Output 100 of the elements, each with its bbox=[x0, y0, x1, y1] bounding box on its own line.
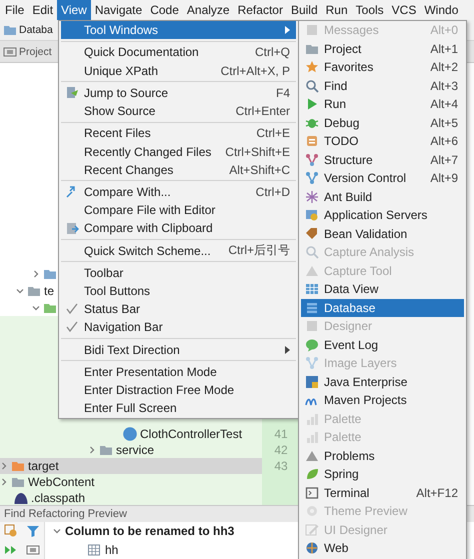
menu-item[interactable]: Data View bbox=[301, 280, 464, 298]
menu-item[interactable]: Compare File with Editor bbox=[61, 201, 296, 220]
bars-icon bbox=[305, 412, 319, 426]
menu-item[interactable]: Recent Files Ctrl+E bbox=[61, 124, 296, 142]
tree-item[interactable]: service bbox=[0, 442, 262, 458]
line-number: 41 bbox=[274, 426, 288, 442]
menu-item[interactable]: Terminal Alt+F12 bbox=[301, 484, 464, 502]
menu-bar-item[interactable]: Navigate bbox=[90, 0, 146, 20]
triangle-icon bbox=[305, 448, 319, 463]
menu-item[interactable]: Compare With... Ctrl+D bbox=[61, 182, 296, 202]
menu-item[interactable]: Status Bar bbox=[61, 300, 296, 318]
menu-bar-item[interactable]: Tools bbox=[352, 0, 388, 20]
ant-icon bbox=[305, 190, 319, 204]
menu-item[interactable]: Version Control Alt+9 bbox=[301, 169, 464, 188]
menu-item[interactable]: Unique XPath Ctrl+Alt+X, P bbox=[61, 61, 296, 80]
chevron-down-icon[interactable] bbox=[32, 304, 40, 312]
tree-item[interactable]: Column to be renamed to hh3 bbox=[65, 524, 234, 538]
menu-item[interactable]: Application Servers bbox=[301, 206, 464, 224]
breadcrumb-text[interactable]: Databa bbox=[19, 24, 53, 36]
menu-item[interactable]: Bean Validation bbox=[301, 224, 464, 243]
shortcut-text: Ctrl+Shift+E bbox=[225, 144, 290, 158]
shortcut-text: Alt+2 bbox=[430, 60, 458, 74]
menu-item[interactable]: Event Log bbox=[301, 336, 464, 354]
menu-bar-item[interactable]: Windo bbox=[420, 0, 462, 20]
menu-item[interactable]: Quick Documentation Ctrl+Q bbox=[61, 43, 296, 62]
menu-item[interactable]: Find Alt+3 bbox=[301, 76, 464, 95]
menu-item[interactable]: Navigation Bar bbox=[61, 318, 296, 337]
folder-icon bbox=[11, 459, 25, 473]
menu-item[interactable]: Enter Presentation Mode bbox=[61, 362, 296, 382]
menu-bar-item[interactable]: VCS bbox=[388, 0, 420, 20]
speech-bubble-icon bbox=[305, 338, 319, 352]
menu-item[interactable]: Run Alt+4 bbox=[301, 95, 464, 114]
menu-item[interactable]: Quick Switch Scheme... Ctrl+后引号 bbox=[61, 242, 296, 260]
menu-item[interactable]: Recently Changed Files Ctrl+Shift+E bbox=[61, 142, 296, 161]
menu-bar-item[interactable]: Refactor bbox=[234, 0, 287, 20]
shortcut-text: Ctrl+Q bbox=[254, 45, 290, 60]
chevron-right-icon[interactable] bbox=[0, 462, 8, 470]
menu-item[interactable]: Show Source Ctrl+Enter bbox=[61, 102, 296, 120]
menu-item[interactable]: Java Enterprise bbox=[301, 372, 464, 391]
shortcut-text: Ctrl+E bbox=[256, 126, 290, 140]
menu-bar-item[interactable]: Analyze bbox=[182, 0, 234, 20]
menu-item[interactable]: Debug Alt+5 bbox=[301, 114, 464, 132]
menu-bar-item[interactable]: Code bbox=[146, 0, 183, 20]
shortcut-text: Ctrl+D bbox=[256, 184, 290, 199]
tree-item[interactable]: te bbox=[44, 284, 54, 298]
list-icon bbox=[305, 300, 319, 315]
menu-item[interactable]: Toolbar bbox=[61, 264, 296, 282]
window-icon bbox=[305, 374, 319, 389]
menu-item[interactable]: Tool Buttons bbox=[61, 282, 296, 300]
shortcut-text: Alt+5 bbox=[430, 116, 458, 130]
menu-item[interactable]: Structure Alt+7 bbox=[301, 150, 464, 169]
filter-icon bbox=[26, 524, 40, 538]
menu-item[interactable]: TODO Alt+6 bbox=[301, 132, 464, 150]
menu-bar-item[interactable]: Run bbox=[322, 0, 352, 20]
menu-bar-item[interactable]: File bbox=[1, 0, 28, 20]
chevron-right-icon[interactable] bbox=[88, 446, 96, 454]
note-icon bbox=[305, 134, 319, 148]
chevron-down-icon[interactable] bbox=[53, 527, 61, 536]
structure-icon bbox=[305, 152, 319, 167]
menu-item[interactable]: Ant Build bbox=[301, 188, 464, 206]
triangle-icon bbox=[305, 264, 319, 278]
menu-item[interactable]: Compare with Clipboard bbox=[61, 219, 296, 238]
menu-item[interactable]: Maven Projects bbox=[301, 391, 464, 410]
menu-item[interactable]: Recent Changes Alt+Shift+C bbox=[61, 160, 296, 179]
menu-item[interactable]: Problems bbox=[301, 446, 464, 465]
menu-item[interactable]: Tool Windows bbox=[61, 21, 296, 40]
menu-item[interactable]: Favorites Alt+2 bbox=[301, 58, 464, 76]
menu-item[interactable]: Enter Full Screen bbox=[61, 399, 296, 418]
branch-icon bbox=[305, 171, 319, 186]
leaf-icon bbox=[305, 467, 319, 482]
shortcut-text: Alt+1 bbox=[430, 42, 458, 56]
search-icon bbox=[305, 245, 319, 260]
menu-bar-item[interactable]: Edit bbox=[28, 0, 58, 20]
menu-item[interactable]: Database bbox=[301, 298, 464, 317]
tree-item[interactable]: WebContent bbox=[0, 474, 262, 490]
tree-item[interactable]: ClothControllerTest bbox=[0, 426, 262, 442]
chevron-right-icon[interactable] bbox=[0, 478, 8, 486]
shortcut-text: Alt+6 bbox=[430, 134, 458, 148]
menu-item[interactable]: Jump to Source F4 bbox=[61, 84, 296, 102]
star-icon bbox=[305, 60, 319, 74]
shortcut-text: Alt+9 bbox=[430, 171, 458, 186]
branch-icon bbox=[305, 356, 319, 370]
tree-item[interactable]: target bbox=[0, 458, 262, 474]
tree-item[interactable]: hh bbox=[105, 542, 118, 557]
tree-item[interactable]: .classpath bbox=[0, 490, 262, 506]
chevron-down-icon[interactable] bbox=[16, 286, 24, 294]
project-tab[interactable]: Project bbox=[19, 46, 52, 58]
menu-item[interactable]: Spring bbox=[301, 465, 464, 484]
square-icon bbox=[305, 23, 319, 38]
menu-item[interactable]: Project Alt+1 bbox=[301, 40, 464, 58]
shortcut-text: Alt+0 bbox=[430, 23, 458, 38]
menu-item[interactable]: Bidi Text Direction bbox=[61, 340, 296, 359]
shortcut-text: Alt+4 bbox=[430, 97, 458, 112]
bars-icon bbox=[305, 430, 319, 444]
chevron-right-icon[interactable] bbox=[32, 270, 40, 278]
menu-bar-item[interactable]: Build bbox=[286, 0, 322, 20]
menu-item[interactable]: Enter Distraction Free Mode bbox=[61, 381, 296, 400]
menu-bar-item[interactable]: View bbox=[57, 0, 91, 20]
shortcut-text: Alt+7 bbox=[430, 152, 458, 167]
menu-item[interactable]: Web bbox=[301, 539, 464, 558]
